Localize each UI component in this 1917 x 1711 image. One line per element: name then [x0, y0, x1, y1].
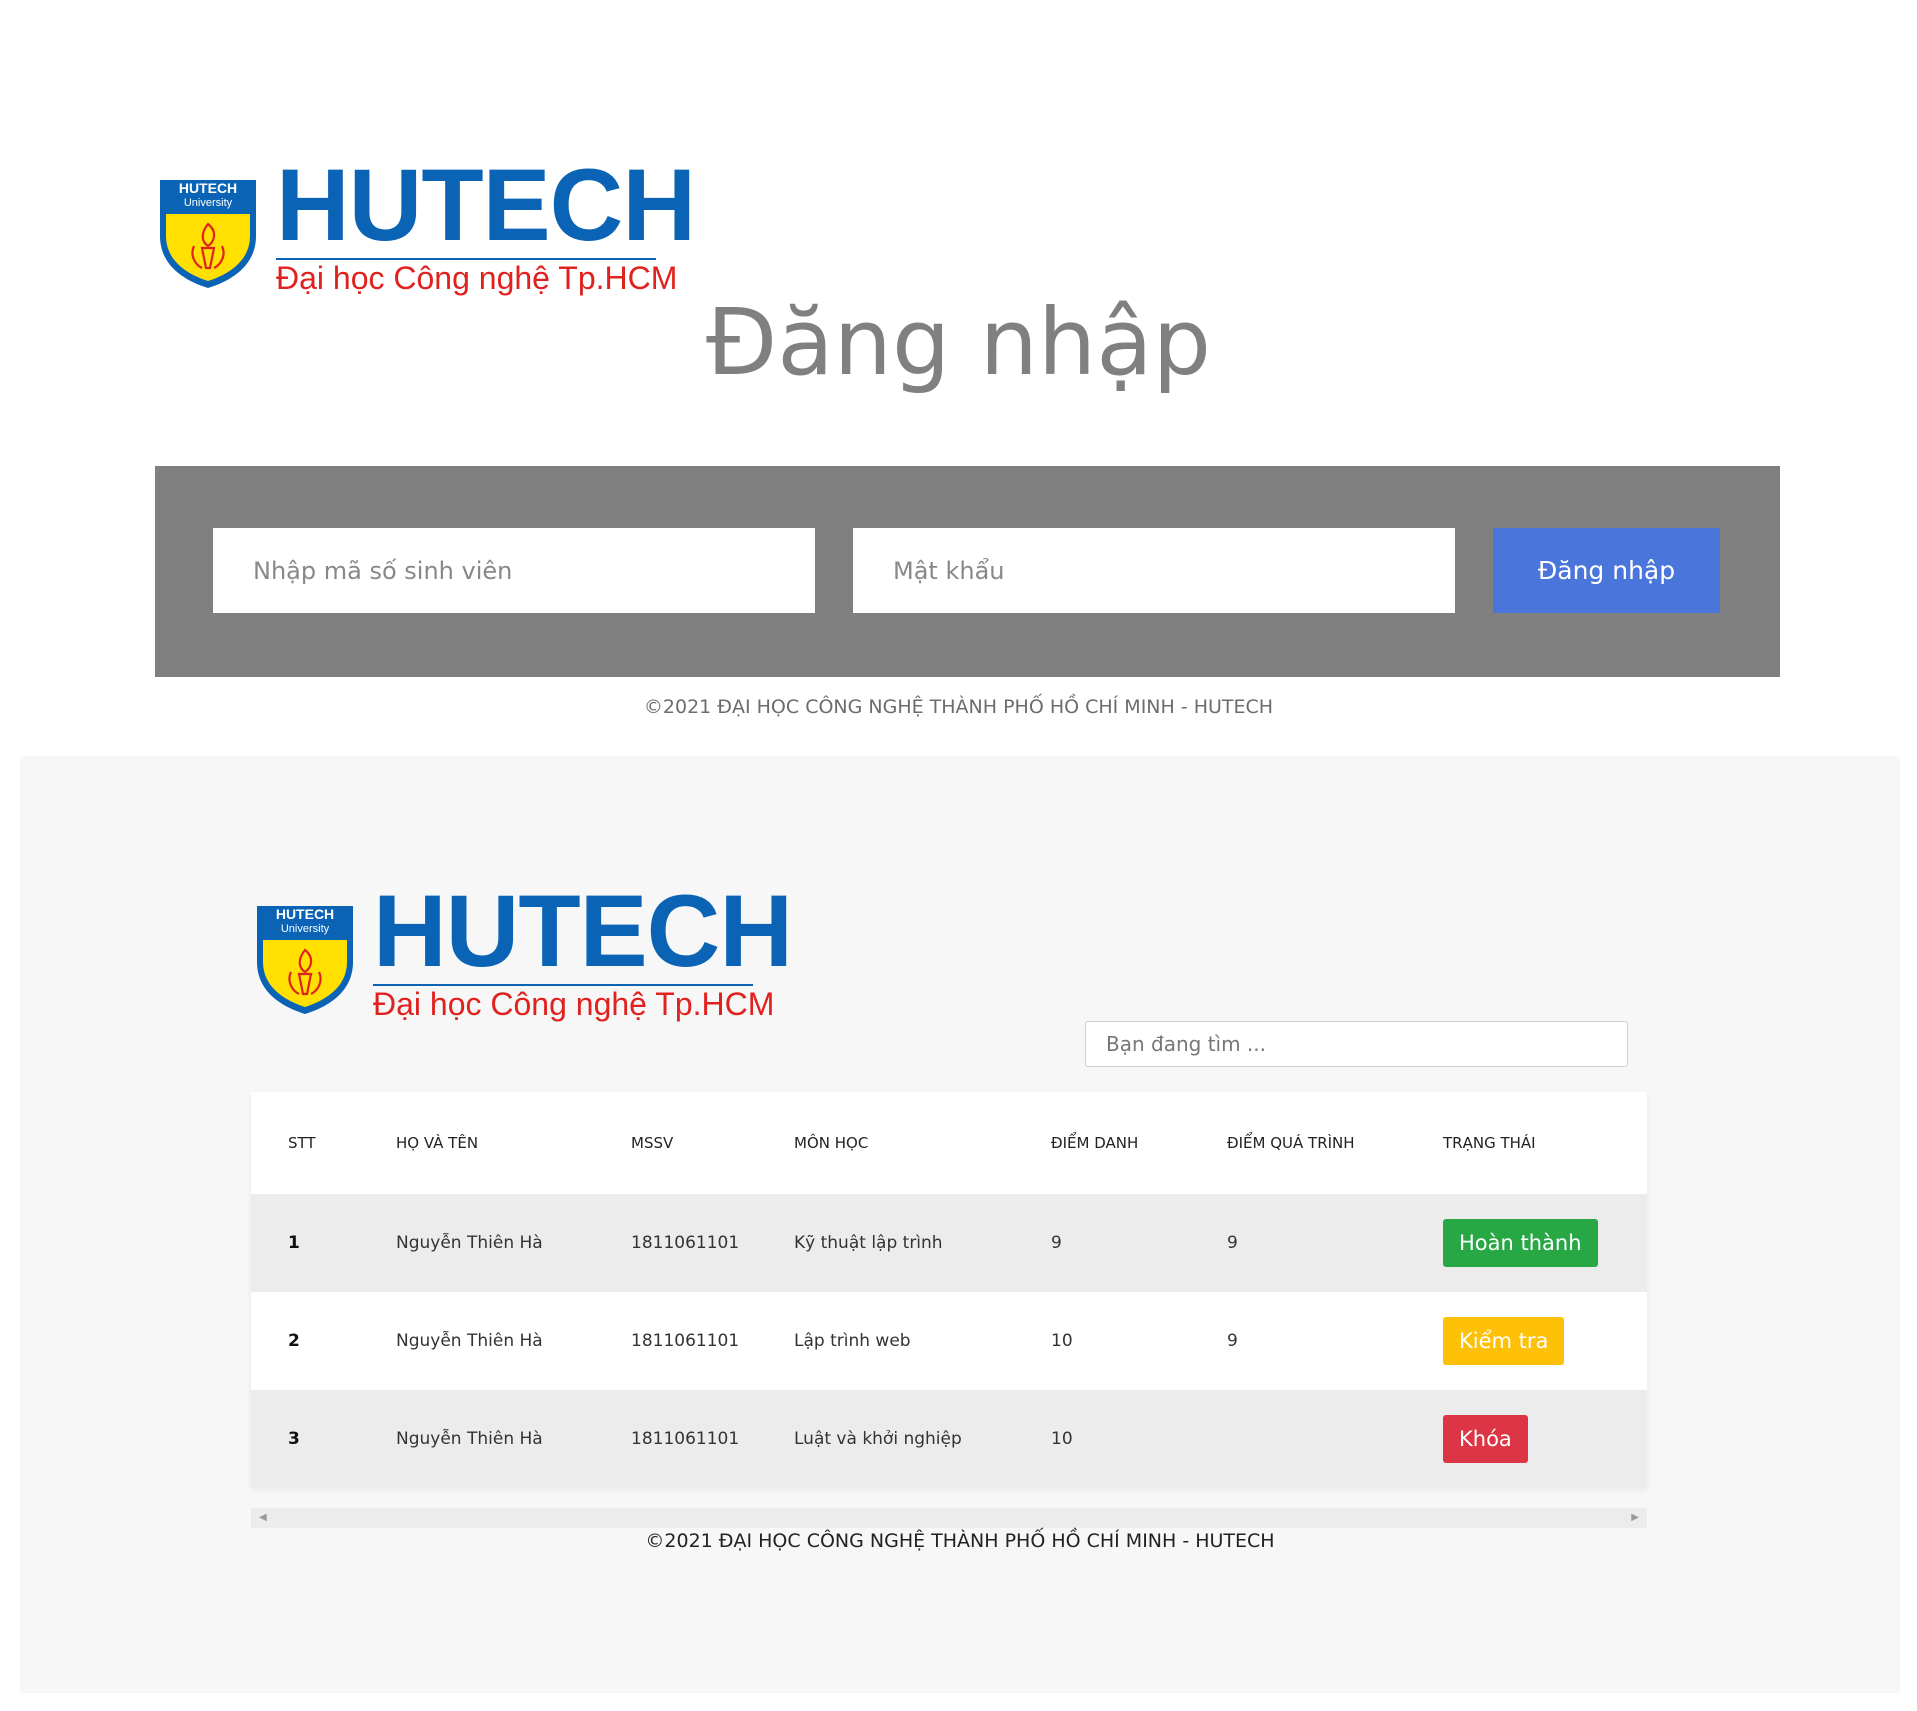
- hutech-shield-icon: HUTECH University: [160, 180, 256, 288]
- column-header[interactable]: ĐIỂM DANH: [1051, 1092, 1227, 1194]
- badge-line2: University: [184, 197, 233, 209]
- login-footer: ©2021 ĐẠI HỌC CÔNG NGHỆ THÀNH PHỐ HỒ CHÍ…: [643, 696, 1274, 718]
- row-name: Nguyễn Thiên Hà: [396, 1429, 543, 1449]
- row-stt: 1: [288, 1233, 300, 1253]
- row-stt: 3: [288, 1429, 300, 1449]
- search-input[interactable]: [1085, 1021, 1628, 1067]
- dashboard-footer: ©2021 ĐẠI HỌC CÔNG NGHỆ THÀNH PHỐ HỒ CHÍ…: [645, 1530, 1275, 1552]
- row-mssv: 1811061101: [631, 1331, 740, 1351]
- table-row: 1 Nguyễn Thiên Hà 1811061101 Kỹ thuật lậ…: [251, 1194, 1647, 1292]
- table-header-row: STT HỌ VÀ TÊN MSSV MÔN HỌC ĐIỂM DANH ĐIỂ…: [251, 1092, 1647, 1194]
- row-process: [1227, 1390, 1443, 1488]
- login-form: Đăng nhập: [155, 466, 1780, 677]
- status-badge[interactable]: Kiểm tra: [1443, 1317, 1565, 1365]
- login-button[interactable]: Đăng nhập: [1493, 528, 1720, 613]
- column-header[interactable]: STT: [251, 1092, 396, 1194]
- password-input[interactable]: [853, 528, 1455, 613]
- row-status-cell: Khóa: [1443, 1390, 1647, 1488]
- row-status-cell: Kiểm tra: [1443, 1292, 1647, 1390]
- login-title: Đăng nhập: [705, 289, 1211, 396]
- status-badge[interactable]: Hoàn thành: [1443, 1219, 1598, 1267]
- grades-table: STT HỌ VÀ TÊN MSSV MÔN HỌC ĐIỂM DANH ĐIỂ…: [251, 1092, 1647, 1488]
- logo-wordmark: HUTECH: [276, 148, 696, 262]
- row-name: Nguyễn Thiên Hà: [396, 1331, 543, 1351]
- status-badge[interactable]: Khóa: [1443, 1415, 1528, 1463]
- logo-tagline: Đại học Công nghệ Tp.HCM: [373, 986, 775, 1022]
- row-attendance: 10: [1051, 1429, 1073, 1449]
- badge-line1: HUTECH: [179, 180, 237, 196]
- grades-table-container: STT HỌ VÀ TÊN MSSV MÔN HỌC ĐIỂM DANH ĐIỂ…: [251, 1092, 1647, 1488]
- row-attendance: 10: [1051, 1331, 1073, 1351]
- row-subject: Luật và khởi nghiệp: [794, 1429, 962, 1449]
- row-mssv: 1811061101: [631, 1429, 740, 1449]
- row-attendance: 9: [1051, 1233, 1062, 1253]
- row-name: Nguyễn Thiên Hà: [396, 1233, 543, 1253]
- row-process: 9: [1227, 1331, 1238, 1351]
- row-status-cell: Hoàn thành: [1443, 1194, 1647, 1292]
- student-id-input[interactable]: [213, 528, 815, 613]
- caret-right-icon[interactable]: ▶: [1631, 1512, 1639, 1523]
- column-header[interactable]: MSSV: [631, 1092, 794, 1194]
- column-header[interactable]: ĐIỂM QUÁ TRÌNH: [1227, 1092, 1443, 1194]
- dashboard-panel: HUTECH University HUTECH Đại học Công ng…: [20, 756, 1900, 1693]
- column-header[interactable]: MÔN HỌC: [794, 1092, 1051, 1194]
- hutech-shield-icon: HUTECH University: [257, 906, 353, 1014]
- badge-line1: HUTECH: [276, 906, 334, 922]
- logo-wordmark: HUTECH: [373, 874, 793, 988]
- row-stt: 2: [288, 1331, 300, 1351]
- table-row: 2 Nguyễn Thiên Hà 1811061101 Lập trình w…: [251, 1292, 1647, 1390]
- row-subject: Lập trình web: [794, 1331, 911, 1351]
- row-process: 9: [1227, 1233, 1238, 1253]
- caret-left-icon[interactable]: ◀: [259, 1512, 267, 1523]
- badge-line2: University: [281, 923, 330, 935]
- table-row: 3 Nguyễn Thiên Hà 1811061101 Luật và khở…: [251, 1390, 1647, 1488]
- column-header[interactable]: TRẠNG THÁI: [1443, 1092, 1647, 1194]
- horizontal-scrollbar[interactable]: ◀ ▶: [251, 1508, 1647, 1528]
- column-header[interactable]: HỌ VÀ TÊN: [396, 1092, 631, 1194]
- row-mssv: 1811061101: [631, 1233, 740, 1253]
- row-subject: Kỹ thuật lập trình: [794, 1233, 943, 1253]
